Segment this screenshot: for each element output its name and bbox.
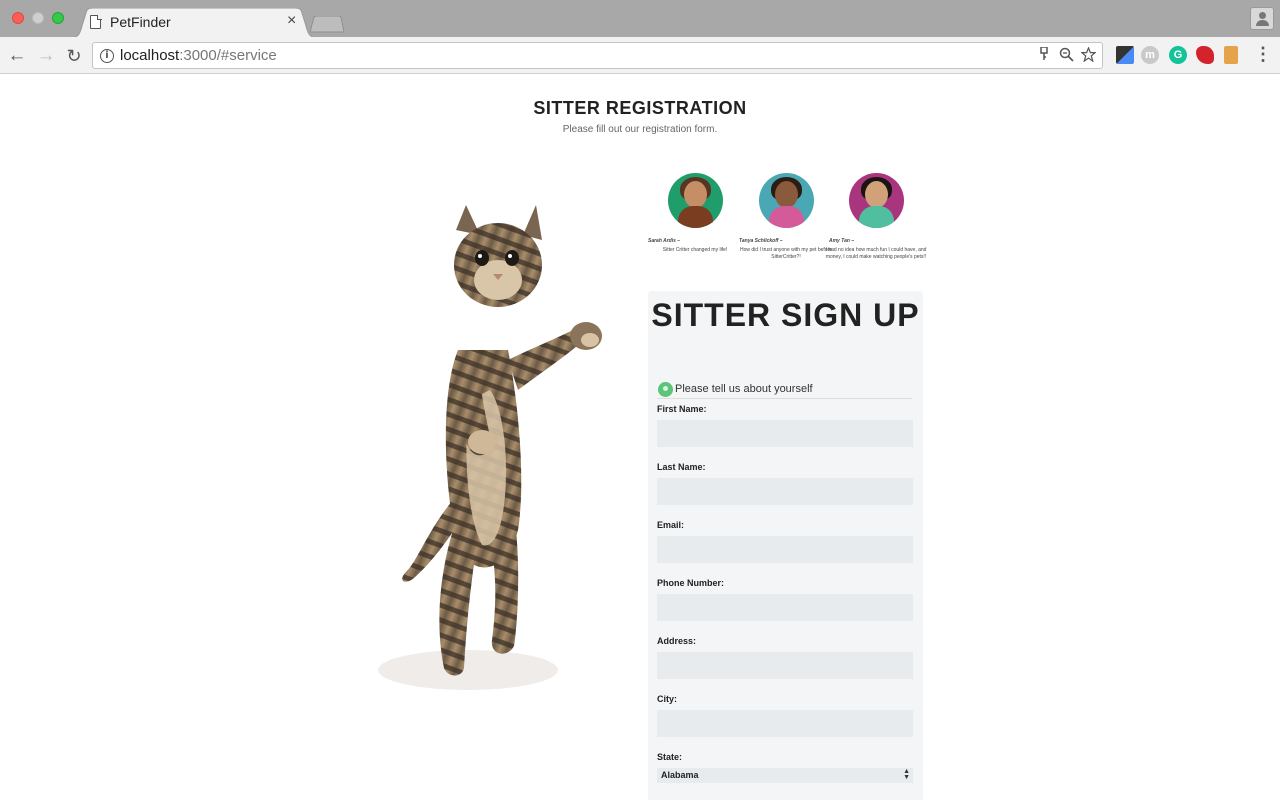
signup-form: SITTER SIGN UP Please tell us about your… — [648, 291, 923, 800]
last-name-input[interactable] — [657, 478, 913, 505]
key-icon[interactable] — [1036, 46, 1052, 65]
maximize-window-button[interactable] — [52, 12, 64, 24]
forward-arrow-icon[interactable]: → — [35, 45, 57, 67]
minimize-window-button[interactable] — [32, 12, 44, 24]
close-window-button[interactable] — [12, 12, 24, 24]
back-arrow-icon[interactable]: ← — [6, 45, 28, 67]
page-subtitle: Please fill out our registration form. — [562, 124, 718, 135]
omnibox-icons — [1036, 45, 1097, 66]
reload-icon[interactable]: ↻ — [63, 45, 85, 67]
page-title: SITTER REGISTRATION — [533, 98, 747, 118]
address-label: Address: — [657, 636, 697, 646]
city-input[interactable] — [657, 710, 913, 737]
address-input[interactable] — [657, 652, 913, 679]
browser-tab[interactable] — [70, 8, 318, 38]
state-select-value: Alabama — [661, 770, 699, 780]
state-select[interactable]: Alabama ▲ ▼ — [657, 768, 913, 783]
ruler-extension-icon[interactable] — [1224, 46, 1238, 64]
zoom-icon[interactable] — [1058, 47, 1074, 66]
email-label: Email: — [657, 520, 685, 530]
section-title: Please tell us about yourself — [675, 383, 813, 395]
url-host: localhost — [120, 47, 180, 64]
url-path: :3000/#service — [179, 47, 277, 64]
last-name-label: Last Name: — [657, 462, 706, 472]
testimonial-card: Amy Tan – I had no idea how much fun I c… — [821, 173, 931, 261]
avatar — [667, 173, 723, 228]
testimonial-name: Amy Tan – — [829, 238, 855, 244]
eyedropper-extension-icon[interactable] — [1116, 46, 1134, 64]
star-icon[interactable] — [1079, 45, 1097, 66]
cat-image — [378, 205, 602, 690]
url-text[interactable]: localhost:3000/#service — [120, 47, 277, 64]
section-header: Please tell us about yourself — [657, 382, 912, 399]
first-name-label: First Name: — [657, 404, 707, 414]
browser-titlebar: PetFinder × — [0, 0, 1280, 38]
page-icon — [90, 14, 102, 29]
avatar — [848, 173, 904, 228]
section-bullet-icon — [658, 382, 673, 397]
city-label: City: — [657, 694, 677, 704]
address-bar[interactable]: i localhost:3000/#service — [92, 42, 1103, 69]
m-extension-icon[interactable]: m — [1141, 46, 1159, 64]
tab-close-icon[interactable]: × — [287, 12, 296, 30]
tab-title[interactable]: PetFinder — [110, 14, 171, 30]
phone-input[interactable] — [657, 594, 913, 621]
form-title: SITTER SIGN UP — [651, 297, 920, 333]
select-arrows-icon: ▲ ▼ — [903, 768, 910, 781]
grammarly-extension-icon[interactable]: G — [1169, 46, 1187, 64]
phone-label: Phone Number: — [657, 578, 725, 588]
info-icon[interactable]: i — [100, 49, 114, 63]
first-name-input[interactable] — [657, 420, 913, 447]
browser-menu-icon[interactable]: ⋮ — [1254, 44, 1272, 64]
profile-icon[interactable] — [1250, 7, 1274, 30]
testimonial-quote: I had no idea how much fun I could have,… — [825, 247, 927, 260]
state-label: State: — [657, 752, 683, 762]
browser-toolbar: ← → ↻ i localhost:3000/#service — [0, 37, 1280, 74]
new-tab-button[interactable] — [310, 16, 344, 33]
email-input[interactable] — [657, 536, 913, 563]
avatar — [758, 173, 814, 228]
